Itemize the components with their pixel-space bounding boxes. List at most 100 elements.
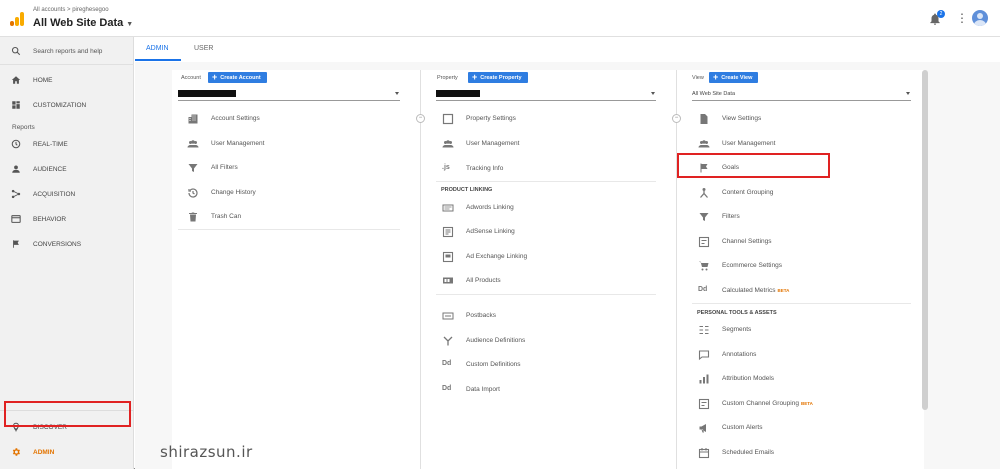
search-bar[interactable]: Search reports and help [0, 37, 134, 65]
item-label: User Management [211, 140, 265, 147]
dropdown-arrow-icon [651, 92, 655, 95]
megaphone-icon [698, 422, 710, 434]
js-icon: .js [442, 164, 450, 171]
adwords-linking-item[interactable]: Adwords Linking [442, 199, 662, 217]
scrollbar[interactable] [922, 70, 928, 410]
account-trash-can-item[interactable]: Trash Can [187, 208, 407, 226]
channel-grouping-icon [698, 398, 710, 410]
ad-exchange-linking-item[interactable]: Ad Exchange Linking [442, 248, 662, 266]
adsense-icon [442, 226, 454, 238]
segments-item[interactable]: Segments [698, 321, 918, 339]
history-icon [187, 187, 199, 199]
behavior-icon [11, 214, 21, 224]
sidebar-item-behavior[interactable]: BEHAVIOR [0, 208, 134, 230]
goals-highlight-box [677, 153, 830, 178]
item-label: Adwords Linking [466, 204, 514, 211]
sidebar-item-label: HOME [33, 77, 53, 84]
more-vert-icon[interactable]: ⋮ [956, 12, 968, 24]
audience-definitions-item[interactable]: Audience Definitions [442, 332, 662, 350]
sidebar-item-label: ADMIN [33, 449, 55, 456]
item-label: Filters [722, 213, 740, 220]
channel-settings-item[interactable]: Channel Settings [698, 233, 918, 251]
view-selector[interactable]: All Web Site Data [692, 89, 911, 101]
notification-badge: 2 [937, 10, 945, 18]
caret-down-icon: ▼ [126, 21, 134, 28]
column-divider [676, 70, 677, 469]
column-divider [420, 70, 421, 469]
property-user-management-item[interactable]: User Management [442, 135, 662, 153]
content-grouping-item[interactable]: Content Grouping [698, 184, 918, 202]
postbacks-icon [442, 310, 454, 322]
sidebar-item-customization[interactable]: CUSTOMIZATION [0, 94, 134, 116]
item-label: Custom Definitions [466, 361, 521, 368]
item-label: Content Grouping [722, 189, 774, 196]
account-settings-item[interactable]: Account Settings [187, 110, 407, 128]
annotations-item[interactable]: Annotations [698, 346, 918, 364]
item-label: Custom Alerts [722, 424, 763, 431]
attribution-models-item[interactable]: Attribution Models [698, 370, 918, 388]
view-user-management-item[interactable]: User Management [698, 135, 918, 153]
app-header: All accounts > pireghesegoo All Web Site… [0, 0, 1000, 37]
account-selector[interactable] [178, 89, 400, 101]
search-icon [11, 46, 21, 56]
account-divider [178, 229, 400, 230]
adsense-linking-item[interactable]: AdSense Linking [442, 223, 662, 241]
tab-admin[interactable]: ADMIN [146, 45, 169, 52]
sidebar-item-conversions[interactable]: CONVERSIONS [0, 233, 134, 255]
property-settings-item[interactable]: Property Settings [442, 110, 662, 128]
item-label: Segments [722, 326, 752, 333]
calculated-metrics-label: Calculated Metrics [722, 287, 776, 294]
tab-user[interactable]: USER [194, 45, 213, 52]
collapse-account-icon[interactable]: − [416, 114, 425, 123]
item-label: Audience Definitions [466, 337, 526, 344]
account-user-management-item[interactable]: User Management [187, 135, 407, 153]
sidebar-item-label: ACQUISITION [33, 191, 76, 198]
sidebar-item-acquisition[interactable]: ACQUISITION [0, 183, 134, 205]
create-account-button[interactable]: + Create Account [208, 72, 267, 83]
item-label: AdSense Linking [466, 228, 515, 235]
property-selector[interactable] [436, 89, 656, 101]
adwords-icon [442, 202, 454, 214]
item-label: User Management [466, 140, 520, 147]
item-label: Calculated Metrics BETA [722, 287, 789, 294]
item-label: Ad Exchange Linking [466, 253, 528, 260]
create-property-button[interactable]: + Create Property [468, 72, 528, 83]
data-import-item[interactable]: Dd Data Import [442, 381, 662, 399]
group-icon [187, 138, 199, 150]
custom-alerts-item[interactable]: Custom Alerts [698, 419, 918, 437]
flag-icon [11, 239, 21, 249]
custom-definitions-item[interactable]: Dd Custom Definitions [442, 356, 662, 374]
ecommerce-settings-item[interactable]: Ecommerce Settings [698, 257, 918, 275]
acquisition-icon [11, 189, 21, 199]
watermark: shirazsun.ir [160, 443, 253, 461]
breadcrumb[interactable]: All accounts > pireghesegoo [33, 7, 109, 13]
postbacks-item[interactable]: Postbacks [442, 307, 662, 325]
view-filters-item[interactable]: Filters [698, 208, 918, 226]
sidebar-item-home[interactable]: HOME [0, 69, 134, 91]
account-change-history-item[interactable]: Change History [187, 184, 407, 202]
create-view-button[interactable]: + Create View [709, 72, 759, 83]
view-label: View [692, 75, 704, 81]
calculated-metrics-item[interactable]: Dd Calculated Metrics BETA [698, 282, 918, 300]
tracking-info-item[interactable]: .js Tracking Info [442, 160, 662, 178]
all-products-item[interactable]: All Products [442, 272, 662, 290]
sidebar-item-realtime[interactable]: REAL-TIME [0, 133, 134, 155]
filter-icon [187, 162, 199, 174]
sidebar-item-label: AUDIENCE [33, 166, 67, 173]
search-input[interactable]: Search reports and help [33, 48, 102, 55]
admin-highlight-box [4, 401, 131, 427]
button-label: Create Account [220, 75, 261, 81]
account-all-filters-item[interactable]: All Filters [187, 159, 407, 177]
dashboard-icon [11, 100, 21, 110]
scheduled-emails-item[interactable]: Scheduled Emails [698, 444, 918, 462]
sidebar-item-admin[interactable]: ADMIN [0, 441, 134, 463]
collapse-property-icon[interactable]: − [672, 114, 681, 123]
custom-channel-grouping-item[interactable]: Custom Channel Grouping BETA [698, 395, 918, 413]
property-selector[interactable]: All Web Site Data ▼ [33, 17, 133, 29]
item-label: Postbacks [466, 312, 496, 319]
analytics-logo-icon[interactable] [10, 12, 24, 26]
sidebar-item-audience[interactable]: AUDIENCE [0, 158, 134, 180]
view-settings-item[interactable]: View Settings [698, 110, 918, 128]
avatar[interactable] [972, 10, 988, 26]
sidebar-item-label: CUSTOMIZATION [33, 102, 87, 109]
